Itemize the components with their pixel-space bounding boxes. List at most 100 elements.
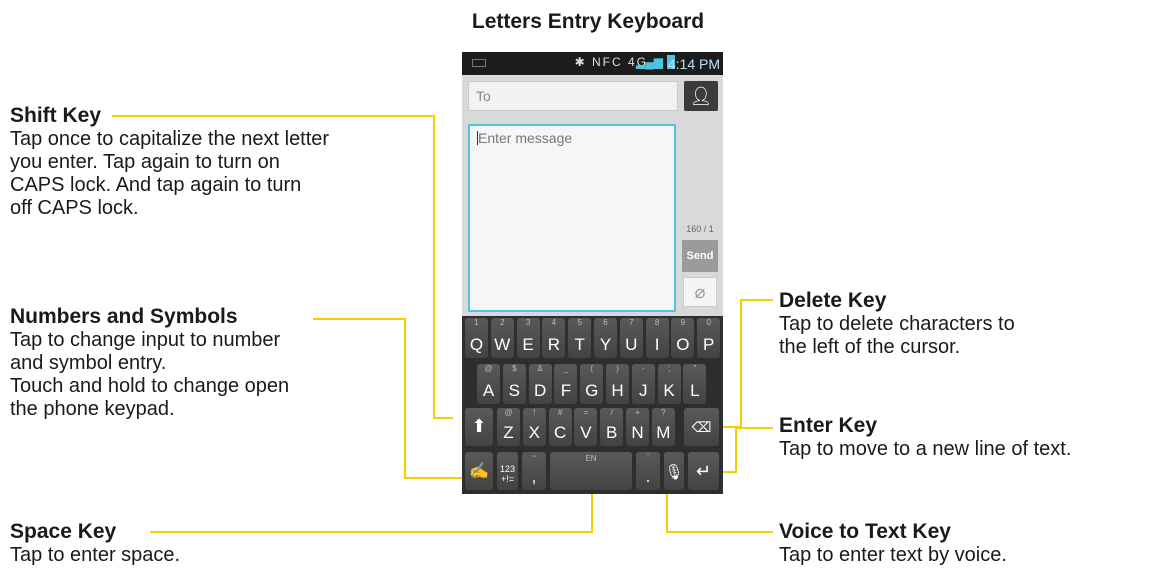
key-v[interactable]: = V — [574, 408, 598, 446]
key-z[interactable]: @ Z — [497, 408, 520, 446]
key-label: K — [663, 381, 675, 400]
shift-arrow-icon: ⬆ — [471, 416, 487, 436]
key-label: N — [631, 423, 644, 442]
key-d[interactable]: & D — [528, 364, 552, 404]
callout-description: Tap to enter text by voice. — [779, 544, 1007, 566]
key-label: E — [522, 335, 534, 354]
key-alt-label: 4 — [551, 318, 557, 327]
voice-key-callout: Voice to Text Key Tap to enter text by v… — [779, 520, 1007, 567]
enter-line-h — [735, 427, 773, 429]
phone-screen: ✱ NFC 4G ▂▄▆ 4:14 PM To 👤︎ Enter message… — [462, 52, 723, 494]
delete-line-h — [741, 299, 773, 301]
key-alt-label: # — [557, 408, 563, 417]
key-alt-label: " — [693, 364, 697, 373]
key-alt-label: ! — [533, 408, 536, 417]
sym-key-label: 123 +!= — [499, 464, 516, 484]
key-alt-label: 6 — [603, 318, 608, 327]
send-button[interactable]: Send — [682, 240, 718, 272]
callout-heading: Numbers and Symbols — [10, 305, 238, 328]
key-alt-label: + — [635, 408, 640, 417]
key-g[interactable]: (G — [580, 364, 604, 404]
key-label: C — [553, 423, 567, 442]
numbers-symbols-key[interactable]: 123 +!= — [497, 452, 518, 490]
key-x[interactable]: ! X — [522, 408, 546, 446]
callout-description: Tap once to capitalize the next letter y… — [10, 128, 330, 219]
page-title: Letters Entry Keyboard — [471, 10, 705, 33]
paperclip-icon: ⌀ — [694, 282, 706, 302]
period-key[interactable]: ' . — [636, 452, 660, 490]
add-contact-button[interactable]: 👤︎ — [684, 81, 718, 111]
numbers-symbols-callout: Numbers and Symbols Tap to change input … — [10, 305, 289, 421]
key-q[interactable]: 1Q — [465, 318, 488, 358]
key-e[interactable]: 3E — [516, 318, 540, 358]
callout-description: Tap to enter space. — [10, 544, 181, 566]
key-l[interactable]: " L — [683, 364, 707, 404]
key-label: F — [560, 381, 572, 400]
attach-button[interactable]: ⌀ — [683, 277, 717, 307]
key-alt-label: = — [583, 408, 589, 417]
handwriting-key[interactable]: ✍ — [465, 452, 493, 490]
delete-key[interactable]: ⌫ — [684, 408, 719, 446]
key-alt-label: 7 — [629, 318, 634, 327]
key-c[interactable]: # C — [548, 408, 572, 446]
key-p[interactable]: 0P — [697, 318, 721, 358]
key-label: S — [508, 381, 520, 400]
comma-key[interactable]: ~ , — [522, 452, 546, 490]
key-label: I — [654, 335, 660, 354]
key-alt-label: ( — [590, 364, 594, 373]
key-label: B — [606, 423, 618, 442]
key-label: V — [580, 423, 592, 442]
key-s[interactable]: $ S — [502, 364, 526, 404]
space-key[interactable]: EN — [550, 452, 632, 490]
callout-heading: Voice to Text Key — [779, 520, 951, 543]
key-alt-label: 2 — [500, 318, 505, 327]
key-u[interactable]: 7U — [619, 318, 643, 358]
enter-arrow-icon: ↵ — [695, 461, 712, 481]
key-r[interactable]: 4R — [542, 318, 566, 358]
key-o[interactable]: 9O — [671, 318, 695, 358]
key-label: Y — [599, 335, 612, 354]
key-alt-label: & — [537, 364, 543, 373]
key-a[interactable]: @ A — [477, 364, 500, 404]
key-alt-label: ? — [661, 408, 666, 417]
shift-line-v — [433, 115, 435, 418]
shift-line-h — [112, 115, 434, 117]
message-placeholder: Enter message — [478, 130, 573, 146]
numbers-line-v — [404, 318, 406, 478]
to-field[interactable]: To — [468, 81, 678, 111]
key-m[interactable]: ? M — [651, 408, 675, 446]
space-language-label: EN — [585, 454, 597, 463]
voice-line-h — [667, 531, 773, 533]
key-label: Q — [469, 335, 484, 354]
enter-key[interactable]: ↵ — [688, 452, 719, 490]
key-alt-label: - — [641, 364, 645, 373]
key-alt-label: ) — [616, 364, 619, 373]
callout-description: Tap to delete characters to the left of … — [779, 313, 1015, 358]
character-counter: 160 / 1 — [686, 224, 714, 234]
status-time: 4:14 PM — [667, 56, 720, 72]
key-label: L — [690, 381, 700, 400]
status-bar: ✱ NFC 4G ▂▄▆ 4:14 PM — [462, 52, 723, 75]
key-label: H — [611, 381, 624, 400]
key-n[interactable]: + N — [626, 408, 649, 446]
key-h[interactable]: ) H — [606, 364, 629, 404]
voice-key[interactable]: 🎙︎ — [664, 452, 684, 490]
message-field[interactable]: Enter message — [468, 124, 676, 312]
key-label: J — [639, 381, 648, 400]
key-label: X — [528, 423, 540, 442]
key-label: D — [533, 381, 547, 400]
key-i[interactable]: 8I — [645, 318, 669, 358]
key-t[interactable]: 5T — [568, 318, 592, 358]
key-label: G — [585, 381, 599, 400]
shift-key[interactable]: ⬆ — [465, 408, 493, 446]
key-k[interactable]: ; K — [657, 364, 681, 404]
key-b[interactable]: / B — [600, 408, 624, 446]
key-label: R — [547, 335, 561, 354]
key-label: O — [676, 335, 690, 354]
key-j[interactable]: -J — [631, 364, 655, 404]
enter-line-v — [735, 427, 737, 473]
key-y[interactable]: 6Y — [594, 318, 617, 358]
delete-key-callout: Delete Key Tap to delete characters to t… — [779, 289, 1015, 359]
key-w[interactable]: 2W — [490, 318, 514, 358]
key-f[interactable]: _ F — [554, 364, 578, 404]
